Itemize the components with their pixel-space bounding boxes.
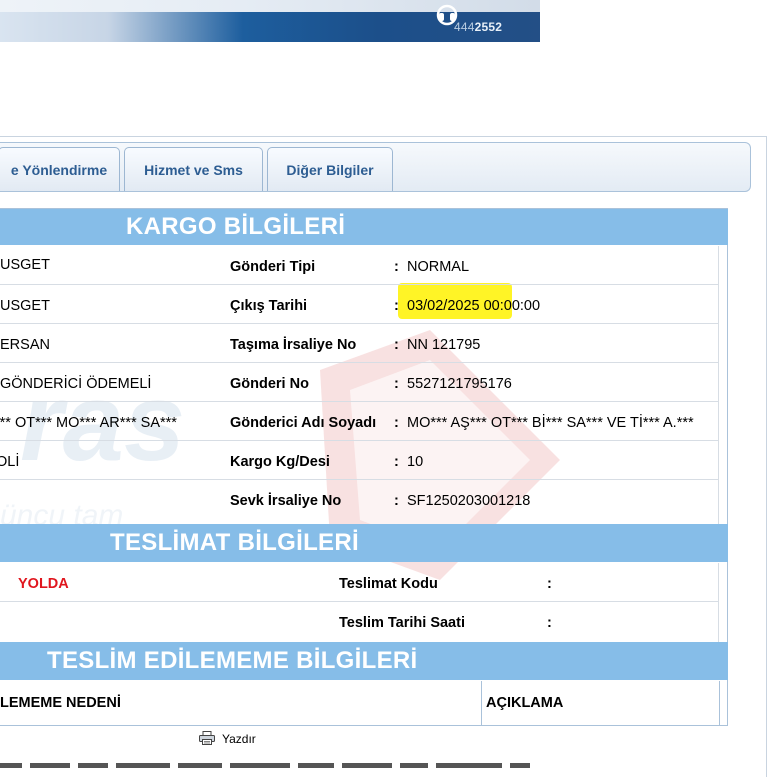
field-label: Taşıma İrsaliye No bbox=[230, 337, 357, 353]
column-divider bbox=[719, 681, 720, 726]
tab-hizmet-ve-sms[interactable]: Hizmet ve Sms bbox=[124, 147, 263, 191]
colon: : bbox=[394, 337, 399, 353]
kargo-row: USGET Gönderi Tipi : NORMAL bbox=[0, 246, 718, 285]
colon: : bbox=[394, 376, 399, 392]
field-value: 03/02/2025 00:00:00 bbox=[407, 298, 541, 314]
colon: : bbox=[394, 454, 399, 470]
kargo-row: OLİ Kargo Kg/Desi : 10 bbox=[0, 441, 718, 480]
field-value: NN 121795 bbox=[407, 337, 481, 353]
banner-stripe bbox=[0, 0, 540, 12]
colon: : bbox=[547, 615, 552, 631]
delivery-code-label: Teslimat Kodu bbox=[339, 576, 438, 592]
field-value: 5527121795176 bbox=[407, 376, 512, 392]
column-divider bbox=[718, 246, 719, 524]
reason-column-header: LEMEME NEDENİ bbox=[0, 695, 121, 711]
kargo-row: ERSAN Taşıma İrsaliye No : NN 121795 bbox=[0, 324, 718, 363]
colon: : bbox=[394, 493, 399, 509]
left-value: USGET bbox=[0, 257, 50, 273]
kargo-row: Sevk İrsaliye No : SF1250203001218 bbox=[0, 480, 718, 524]
description-column-header: AÇIKLAMA bbox=[486, 695, 564, 711]
kargo-row: *** OT*** MO*** AR*** SA*** Gönderici Ad… bbox=[0, 402, 718, 441]
field-label: Kargo Kg/Desi bbox=[230, 454, 330, 470]
edilememe-section-header: TESLİM EDİLEMEME BİLGİLERİ bbox=[0, 642, 728, 680]
delivery-date-label: Teslim Tarihi Saati bbox=[339, 615, 465, 631]
print-label: Yazdır bbox=[222, 732, 256, 746]
field-value: NORMAL bbox=[407, 259, 470, 275]
left-value: USGET bbox=[0, 298, 50, 314]
field-label: Gönderici Adı Soyadı bbox=[230, 415, 377, 431]
tab-diger-bilgiler[interactable]: Diğer Bilgiler bbox=[267, 147, 393, 191]
field-label: Sevk İrsaliye No bbox=[230, 493, 342, 509]
colon: : bbox=[394, 259, 399, 275]
colon: : bbox=[394, 298, 399, 314]
header-banner: 4442552 bbox=[0, 0, 540, 42]
left-value: OLİ bbox=[0, 454, 20, 470]
teslimat-row: Teslim Tarihi Saati : bbox=[0, 602, 718, 642]
field-value: MO*** AŞ*** OT*** Bİ*** SA*** VE Tİ*** A… bbox=[407, 415, 694, 431]
left-value: ERSAN bbox=[0, 337, 50, 353]
colon: : bbox=[547, 576, 552, 592]
field-value: SF1250203001218 bbox=[407, 493, 531, 509]
field-value: 10 bbox=[407, 454, 424, 470]
field-label: Gönderi No bbox=[230, 376, 309, 392]
kargo-section-header: KARGO BİLGİLERİ bbox=[0, 209, 728, 245]
teslimat-row: YOLDA Teslimat Kodu : bbox=[0, 563, 718, 602]
kargo-row: GÖNDERİCİ ÖDEMELİ Gönderi No : 552712179… bbox=[0, 363, 718, 402]
edilememe-table-header: LEMEME NEDENİ AÇIKLAMA bbox=[0, 681, 720, 726]
printer-icon bbox=[199, 731, 215, 745]
left-value: *** OT*** MO*** AR*** SA*** bbox=[0, 415, 177, 431]
tab-yonlendirme[interactable]: e Yönlendirme bbox=[0, 147, 120, 191]
kargo-row: USGET Çıkış Tarihi : 03/02/2025 00:00:00 bbox=[0, 285, 718, 324]
phone-number: 4442552 bbox=[454, 20, 503, 34]
field-label: Çıkış Tarihi bbox=[230, 298, 308, 314]
column-divider bbox=[481, 681, 482, 726]
column-divider bbox=[718, 563, 719, 642]
delivery-status: YOLDA bbox=[18, 576, 69, 592]
colon: : bbox=[394, 415, 399, 431]
teslimat-section-header: TESLİMAT BİLGİLERİ bbox=[0, 524, 728, 562]
field-label: Gönderi Tipi bbox=[230, 259, 316, 275]
left-value: GÖNDERİCİ ÖDEMELİ bbox=[0, 376, 152, 392]
footnote-text-cutoff bbox=[0, 763, 530, 768]
